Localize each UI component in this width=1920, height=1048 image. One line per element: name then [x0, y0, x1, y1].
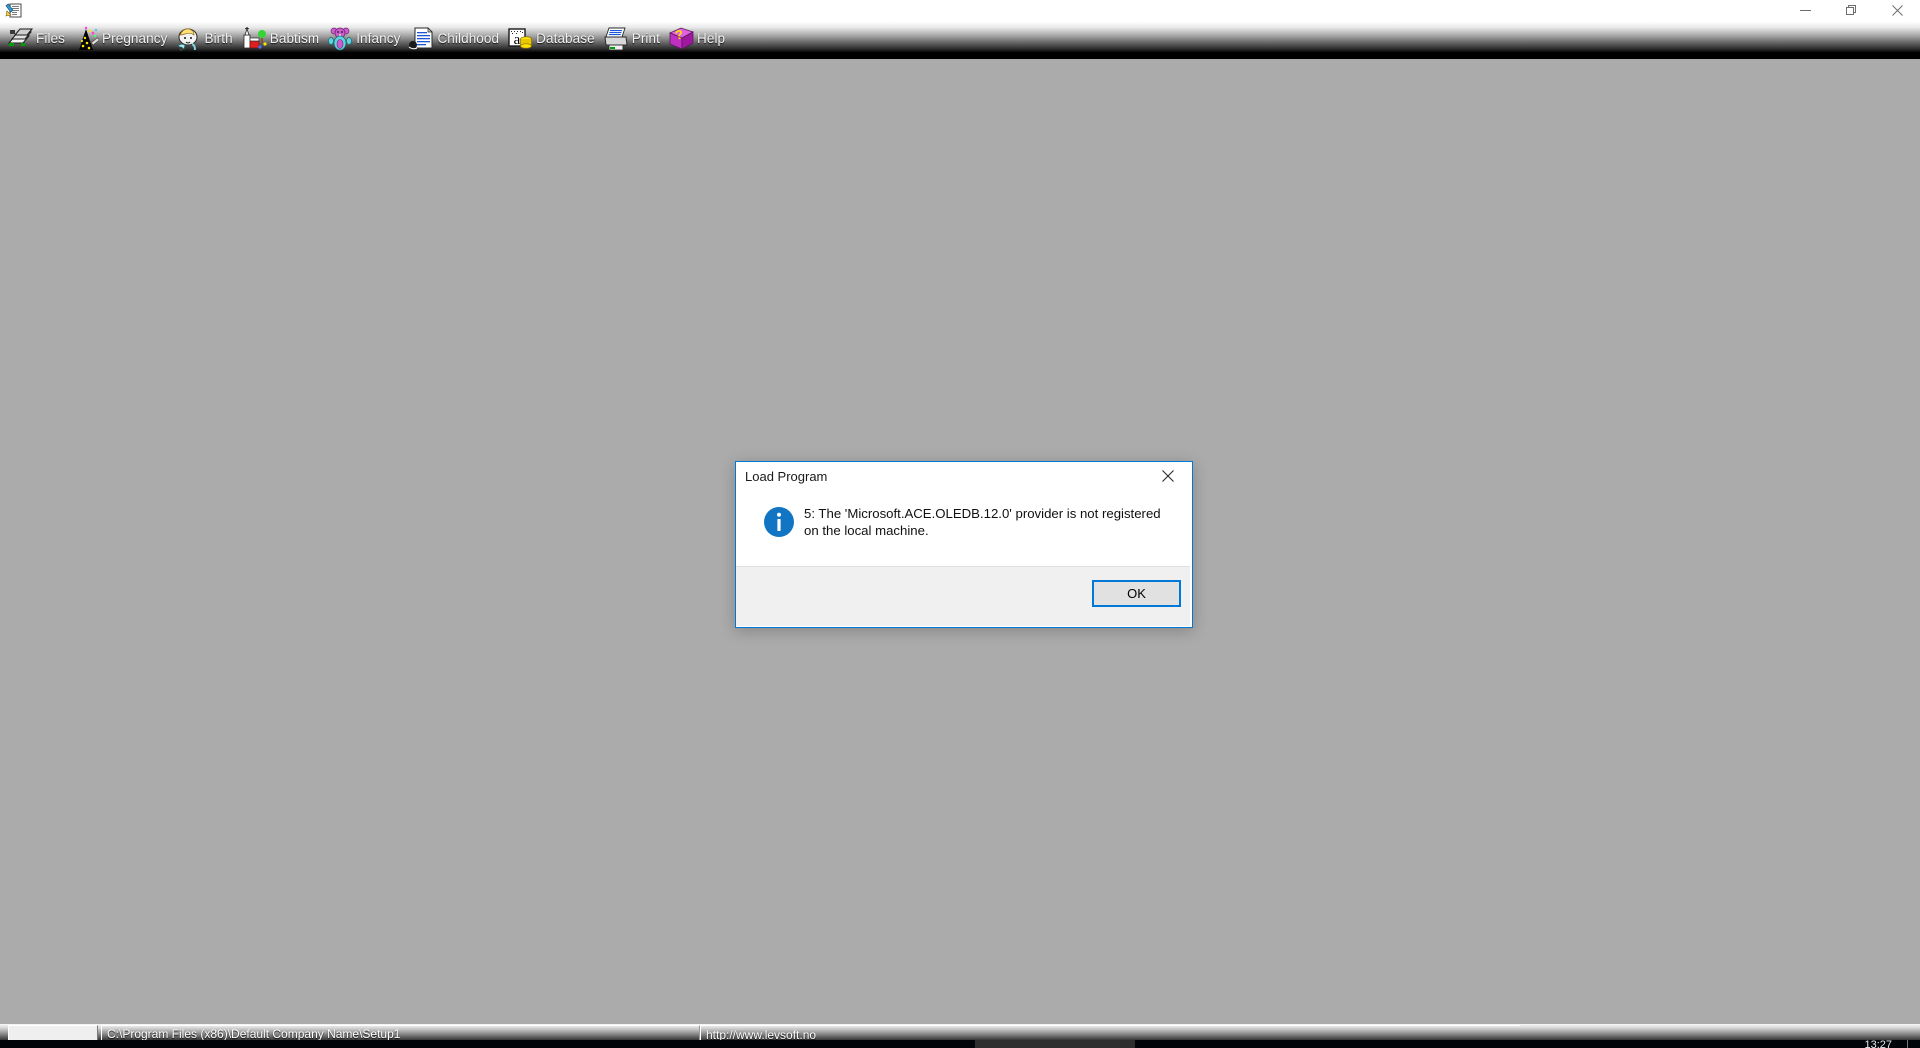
- toolbar-label: Database: [536, 30, 595, 46]
- pregnancy-icon: [73, 26, 100, 52]
- toolbar-label: Pregnancy: [102, 30, 168, 46]
- toolbar-item-database[interactable]: a Database: [505, 21, 601, 57]
- toolbar-items: Files Pregnancy Birth Babtism Infancy Ch…: [5, 21, 731, 57]
- toolbar-label: Files: [36, 30, 66, 46]
- toolbar-label: Babtism: [269, 30, 320, 46]
- toolbar-label: Infancy: [356, 30, 401, 46]
- dialog-message: 5: The 'Microsoft.ACE.OLEDB.12.0' provid…: [804, 506, 1161, 538]
- toolbar-label: Help: [697, 30, 726, 46]
- toolbar-item-childhood[interactable]: Childhood: [406, 21, 505, 57]
- infancy-icon: [327, 26, 353, 52]
- toolbar-label: Print: [631, 30, 660, 46]
- toolbar-item-print[interactable]: Print: [601, 21, 666, 57]
- dialog-footer: OK: [736, 566, 1190, 626]
- dialog-body: 5: The 'Microsoft.ACE.OLEDB.12.0' provid…: [736, 491, 1190, 566]
- information-icon: [764, 507, 794, 537]
- taskbar-task-button[interactable]: [975, 1040, 1135, 1048]
- svg-text:a: a: [514, 32, 521, 48]
- window-titlebar: [0, 0, 1920, 22]
- restore-button[interactable]: [1828, 0, 1874, 21]
- toolbar-label: Childhood: [437, 30, 500, 46]
- toolbar-item-files[interactable]: Files: [5, 21, 71, 57]
- ok-button[interactable]: OK: [1092, 580, 1181, 607]
- close-button[interactable]: [1874, 0, 1920, 21]
- toolbar-item-babtism[interactable]: Babtism: [239, 21, 325, 57]
- dialog-close-button[interactable]: [1146, 462, 1190, 490]
- toolbar-item-help[interactable]: ? Help: [666, 21, 731, 57]
- load-program-dialog: Load Program 5: The 'Microsoft.ACE.OLEDB…: [735, 461, 1193, 628]
- dialog-title: Load Program: [745, 469, 828, 484]
- help-icon: ?: [668, 26, 694, 52]
- status-url-text: http://www.levsoft.no: [706, 1027, 817, 1042]
- birth-icon: [175, 26, 201, 52]
- main-toolbar: Files Pregnancy Birth Babtism Infancy Ch…: [0, 21, 1920, 57]
- taskbar-clock[interactable]: 13:27: [1864, 1040, 1892, 1048]
- status-path-text: C:\Program Files (x86)\Default Company N…: [107, 1027, 401, 1041]
- taskbar: [0, 1040, 1920, 1048]
- childhood-icon: [408, 26, 434, 52]
- toolbar-item-birth[interactable]: Birth: [173, 21, 238, 57]
- print-icon: [603, 26, 629, 52]
- database-icon: a: [507, 26, 533, 52]
- dialog-titlebar: Load Program: [736, 462, 1190, 491]
- taskbar-show-desktop-button[interactable]: [1907, 1040, 1908, 1048]
- minimize-button[interactable]: [1782, 0, 1828, 21]
- window-controls: [1782, 0, 1920, 21]
- toolbar-label: Birth: [204, 30, 233, 46]
- babtism-icon: [241, 26, 267, 52]
- close-icon: [1162, 470, 1174, 482]
- application-window: Files Pregnancy Birth Babtism Infancy Ch…: [0, 0, 1920, 1048]
- toolbar-item-pregnancy[interactable]: Pregnancy: [71, 21, 173, 57]
- app-document-pencil-icon: [5, 3, 22, 18]
- toolbar-item-infancy[interactable]: Infancy: [325, 21, 406, 57]
- files-icon: [7, 26, 34, 52]
